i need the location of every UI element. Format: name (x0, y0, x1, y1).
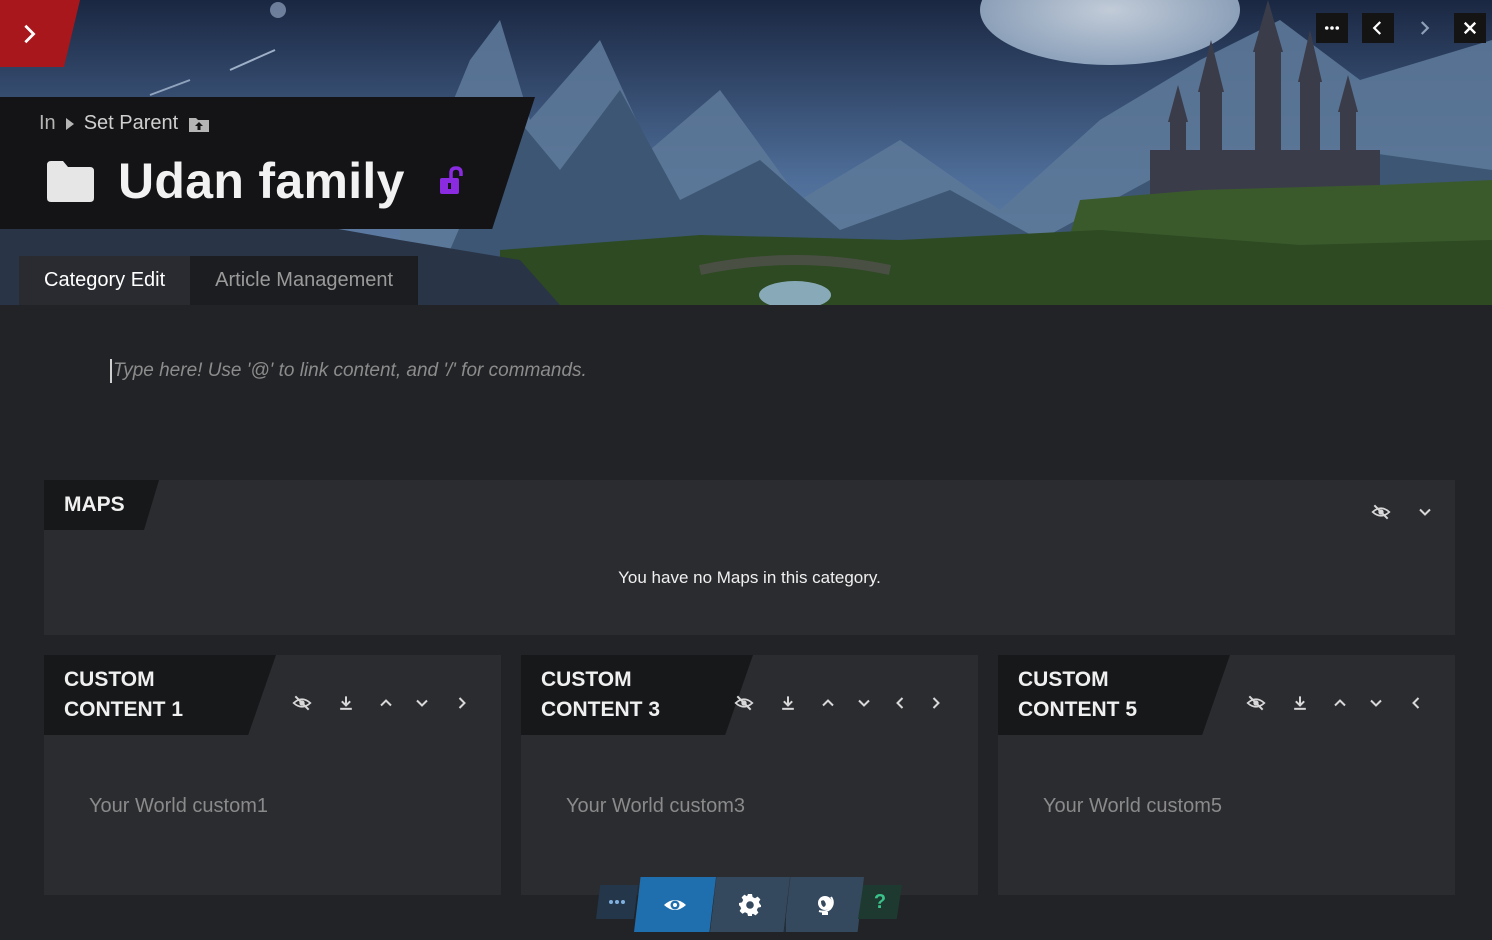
top-actions (1316, 13, 1486, 43)
caret-right-icon (65, 117, 74, 130)
download-button[interactable] (1278, 688, 1322, 718)
breadcrumb-in-label: In (39, 112, 56, 134)
move-right-button[interactable] (440, 688, 484, 718)
toolbar-settings-button[interactable] (710, 877, 790, 932)
chevron-down-icon (858, 699, 870, 707)
chevron-right-icon (24, 24, 36, 43)
move-up-button[interactable] (810, 688, 846, 718)
folder-upload-icon[interactable] (188, 115, 210, 133)
custom-content-3-title: CUSTOM CONTENT 3 (521, 655, 753, 735)
custom-content-1-placeholder[interactable]: Your World custom1 (89, 795, 268, 818)
collapse-section-button[interactable] (1403, 497, 1447, 527)
ellipsis-icon (1324, 26, 1340, 30)
eye-icon (664, 899, 686, 910)
maps-empty-message: You have no Maps in this category. (618, 568, 881, 587)
custom-content-1-title: CUSTOM CONTENT 1 (44, 655, 276, 735)
editor-placeholder: Type here! Use '@' to link content, and … (113, 360, 587, 381)
bottom-toolbar: ? (596, 877, 902, 932)
chevron-right-icon (1420, 21, 1430, 35)
move-right-button[interactable] (918, 688, 954, 718)
custom-content-3-label: CUSTOM CONTENT 3 (541, 668, 661, 721)
chevron-up-icon (822, 699, 834, 707)
chevron-left-icon (1372, 21, 1382, 35)
toolbar-help-button[interactable]: ? (858, 885, 902, 919)
chevron-left-icon (896, 697, 904, 709)
toolbar-more-button[interactable] (596, 885, 638, 919)
move-down-button[interactable] (404, 688, 440, 718)
previous-button[interactable] (1362, 13, 1394, 43)
download-icon (782, 696, 794, 710)
hide-section-button[interactable] (280, 688, 324, 718)
chevron-left-icon (1412, 697, 1420, 709)
unlock-icon[interactable] (439, 166, 465, 196)
chevron-down-icon (1419, 508, 1431, 516)
chevron-up-icon (1334, 699, 1346, 707)
chevron-down-icon (1370, 699, 1382, 707)
maps-panel: MAPS You have no Maps in this category. (44, 480, 1455, 635)
set-parent-link[interactable]: Set Parent (84, 112, 179, 135)
custom-content-5-tools (1234, 688, 1438, 718)
download-button[interactable] (766, 688, 810, 718)
custom-content-3-tools (722, 688, 954, 718)
move-left-button[interactable] (882, 688, 918, 718)
chevron-right-icon (932, 697, 940, 709)
hide-section-button[interactable] (1234, 688, 1278, 718)
close-icon (1463, 21, 1477, 35)
move-down-button[interactable] (1358, 688, 1394, 718)
hide-section-button[interactable] (1359, 497, 1403, 527)
eye-slash-icon (1371, 504, 1391, 520)
eye-slash-icon (1246, 695, 1266, 711)
custom-content-1-label: CUSTOM CONTENT 1 (64, 668, 184, 721)
custom-content-1-tools (280, 688, 484, 718)
hide-section-button[interactable] (722, 688, 766, 718)
custom-content-3-placeholder[interactable]: Your World custom3 (566, 795, 745, 818)
gear-icon (739, 893, 761, 916)
eye-slash-icon (292, 695, 312, 711)
chevron-right-icon (458, 697, 466, 709)
move-down-button[interactable] (846, 688, 882, 718)
move-left-button[interactable] (1394, 688, 1438, 718)
text-caret (110, 359, 112, 383)
custom-content-5-panel: CUSTOM CONTENT 5 Your World custom5 (998, 655, 1455, 895)
move-up-button[interactable] (368, 688, 404, 718)
content-editor[interactable]: Type here! Use '@' to link content, and … (110, 356, 1110, 386)
header-banner: In Set Parent Udan family Category Edit … (0, 0, 1492, 305)
folder-icon (47, 161, 94, 202)
chevron-up-icon (380, 699, 392, 707)
download-button[interactable] (324, 688, 368, 718)
page-title[interactable]: Udan family (118, 152, 405, 210)
custom-content-5-placeholder[interactable]: Your World custom5 (1043, 795, 1222, 818)
download-icon (340, 696, 352, 710)
maps-title-label: MAPS (64, 493, 125, 516)
breadcrumb: In Set Parent (39, 112, 210, 135)
toolbar-view-button[interactable] (634, 877, 716, 932)
custom-content-3-panel: CUSTOM CONTENT 3 Your World custom3 (521, 655, 978, 895)
category-editor-page: In Set Parent Udan family Category Edit … (0, 0, 1492, 940)
download-icon (1294, 696, 1306, 710)
title-row: Udan family (44, 152, 465, 210)
maps-panel-title: MAPS (44, 480, 159, 530)
move-up-button[interactable] (1322, 688, 1358, 718)
maps-panel-tools (1359, 497, 1447, 527)
globe-icon (818, 895, 834, 915)
tab-article-management[interactable]: Article Management (190, 256, 419, 305)
custom-content-1-panel: CUSTOM CONTENT 1 Your World custom1 (44, 655, 501, 895)
ellipsis-icon (609, 900, 625, 904)
close-button[interactable] (1454, 13, 1486, 43)
toolbar-world-button[interactable] (784, 877, 864, 932)
eye-slash-icon (734, 695, 754, 711)
custom-content-5-title: CUSTOM CONTENT 5 (998, 655, 1230, 735)
chevron-down-icon (416, 699, 428, 707)
custom-content-5-label: CUSTOM CONTENT 5 (1018, 668, 1138, 721)
next-button[interactable] (1408, 13, 1440, 43)
tab-category-edit[interactable]: Category Edit (19, 256, 191, 305)
tab-bar: Category Edit Article Management (19, 256, 419, 305)
more-options-button[interactable] (1316, 13, 1348, 43)
